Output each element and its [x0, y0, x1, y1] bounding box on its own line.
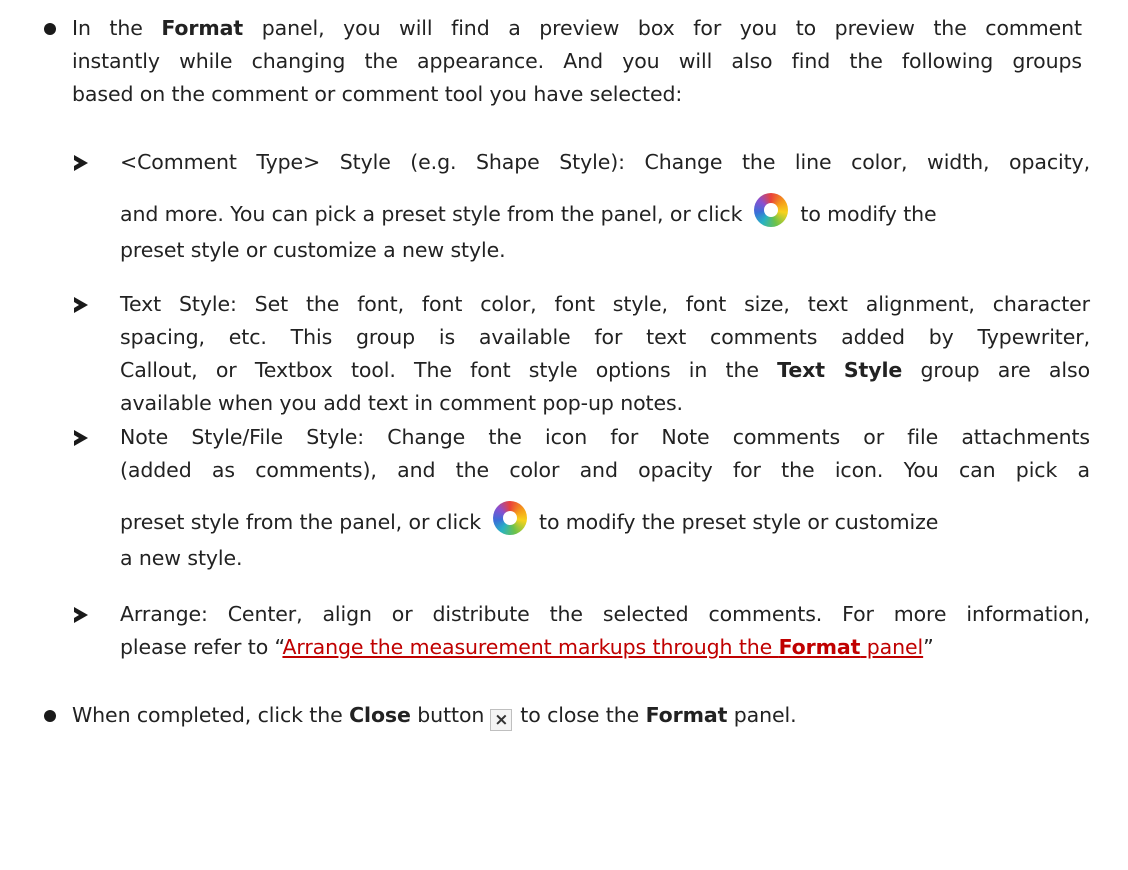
arrow-bullet-icon — [74, 155, 88, 171]
bold-format: Format — [645, 703, 728, 727]
bullet-point — [44, 710, 56, 722]
arrow-bullet-icon — [74, 430, 88, 446]
document-page: In the Format panel, you will find a pre… — [0, 0, 1128, 870]
close-icon[interactable]: × — [490, 709, 513, 731]
bold-text-style: Text Style — [777, 358, 903, 382]
paragraph-line: In the Format panel, you will find a pre… — [72, 16, 1082, 40]
sub-item-line: (added as comments), and the color and o… — [120, 458, 1090, 482]
bold-format: Format — [161, 16, 244, 40]
paragraph-format-panel-intro: In the Format panel, you will find a pre… — [72, 12, 1082, 111]
paragraph-close-instruction: When completed, click the Close button × t… — [72, 699, 1082, 732]
bullet-point — [44, 23, 56, 35]
color-wheel-icon[interactable] — [493, 501, 528, 535]
sub-item-line: Text Style: Set the font, font color, fo… — [120, 292, 1090, 316]
arrow-bullet-icon — [74, 297, 88, 313]
sub-item-line: preset style or customize a new style. — [120, 238, 506, 262]
sub-item-comment-type-style: <Comment Type> Style (e.g. Shape Style):… — [120, 146, 1090, 267]
paragraph-line: based on the comment or comment tool you… — [72, 82, 683, 106]
sub-item-line: a new style. — [120, 546, 243, 570]
sub-item-line: available when you add text in comment p… — [120, 391, 683, 415]
bold-close: Close — [349, 703, 411, 727]
sub-item-text-style: Text Style: Set the font, font color, fo… — [120, 288, 1090, 420]
sub-item-line: please refer to “Arrange the measurement… — [120, 635, 934, 659]
color-wheel-icon[interactable] — [754, 193, 789, 227]
paragraph-line: When completed, click the Close button × t… — [72, 703, 797, 731]
sub-item-line: Arrange: Center, align or distribute the… — [120, 602, 1090, 626]
sub-item-line: spacing, etc. This group is available fo… — [120, 325, 1090, 349]
sub-item-line: Callout, or Textbox tool. The font style… — [120, 358, 1091, 382]
sub-item-line: <Comment Type> Style (e.g. Shape Style):… — [120, 150, 1090, 174]
paragraph-line: instantly while changing the appearance.… — [72, 49, 1082, 73]
sub-item-line: and more. You can pick a preset style fr… — [120, 193, 1090, 234]
sub-item-line: preset style from the panel, or click to … — [120, 501, 1090, 542]
arrange-measurement-link[interactable]: Arrange the measurement markups through … — [282, 635, 923, 659]
arrow-bullet-icon — [74, 607, 88, 623]
sub-item-arrange: Arrange: Center, align or distribute the… — [120, 598, 1090, 664]
sub-item-note-file-style: Note Style/File Style: Change the icon f… — [120, 421, 1090, 575]
sub-item-line: Note Style/File Style: Change the icon f… — [120, 425, 1090, 449]
